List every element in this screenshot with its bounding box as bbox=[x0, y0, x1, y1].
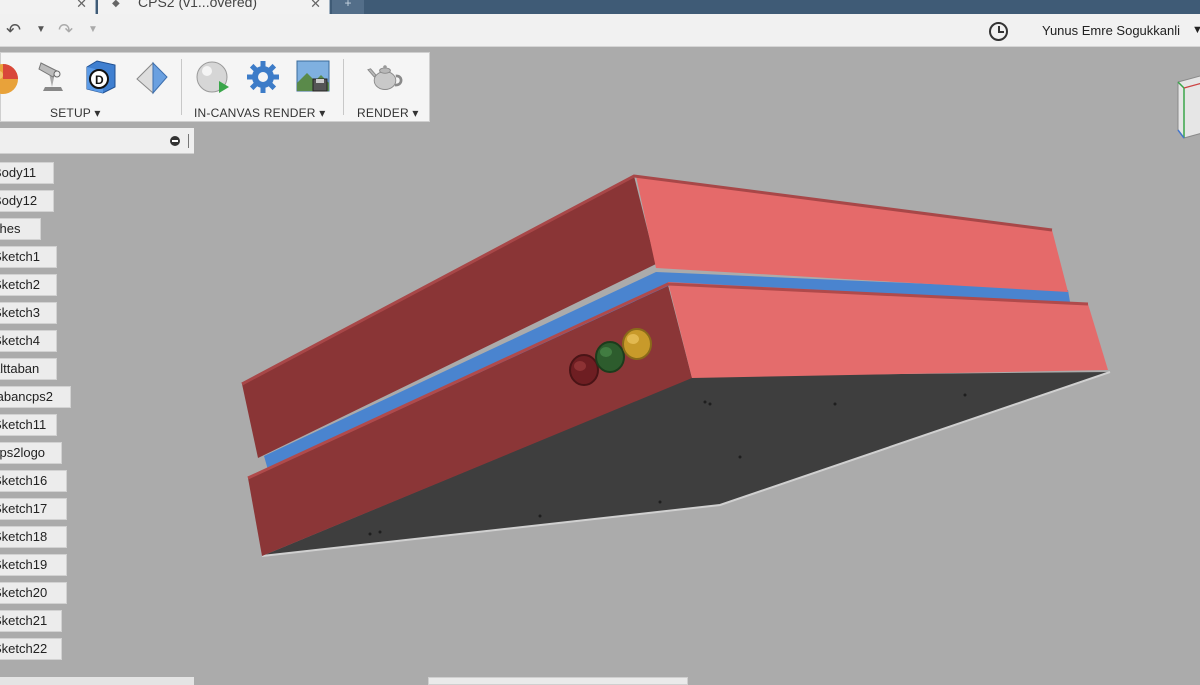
navigation-toolbar[interactable] bbox=[428, 677, 688, 685]
browser-panel-footer bbox=[0, 677, 194, 685]
3d-model-viewport[interactable] bbox=[0, 0, 1200, 685]
